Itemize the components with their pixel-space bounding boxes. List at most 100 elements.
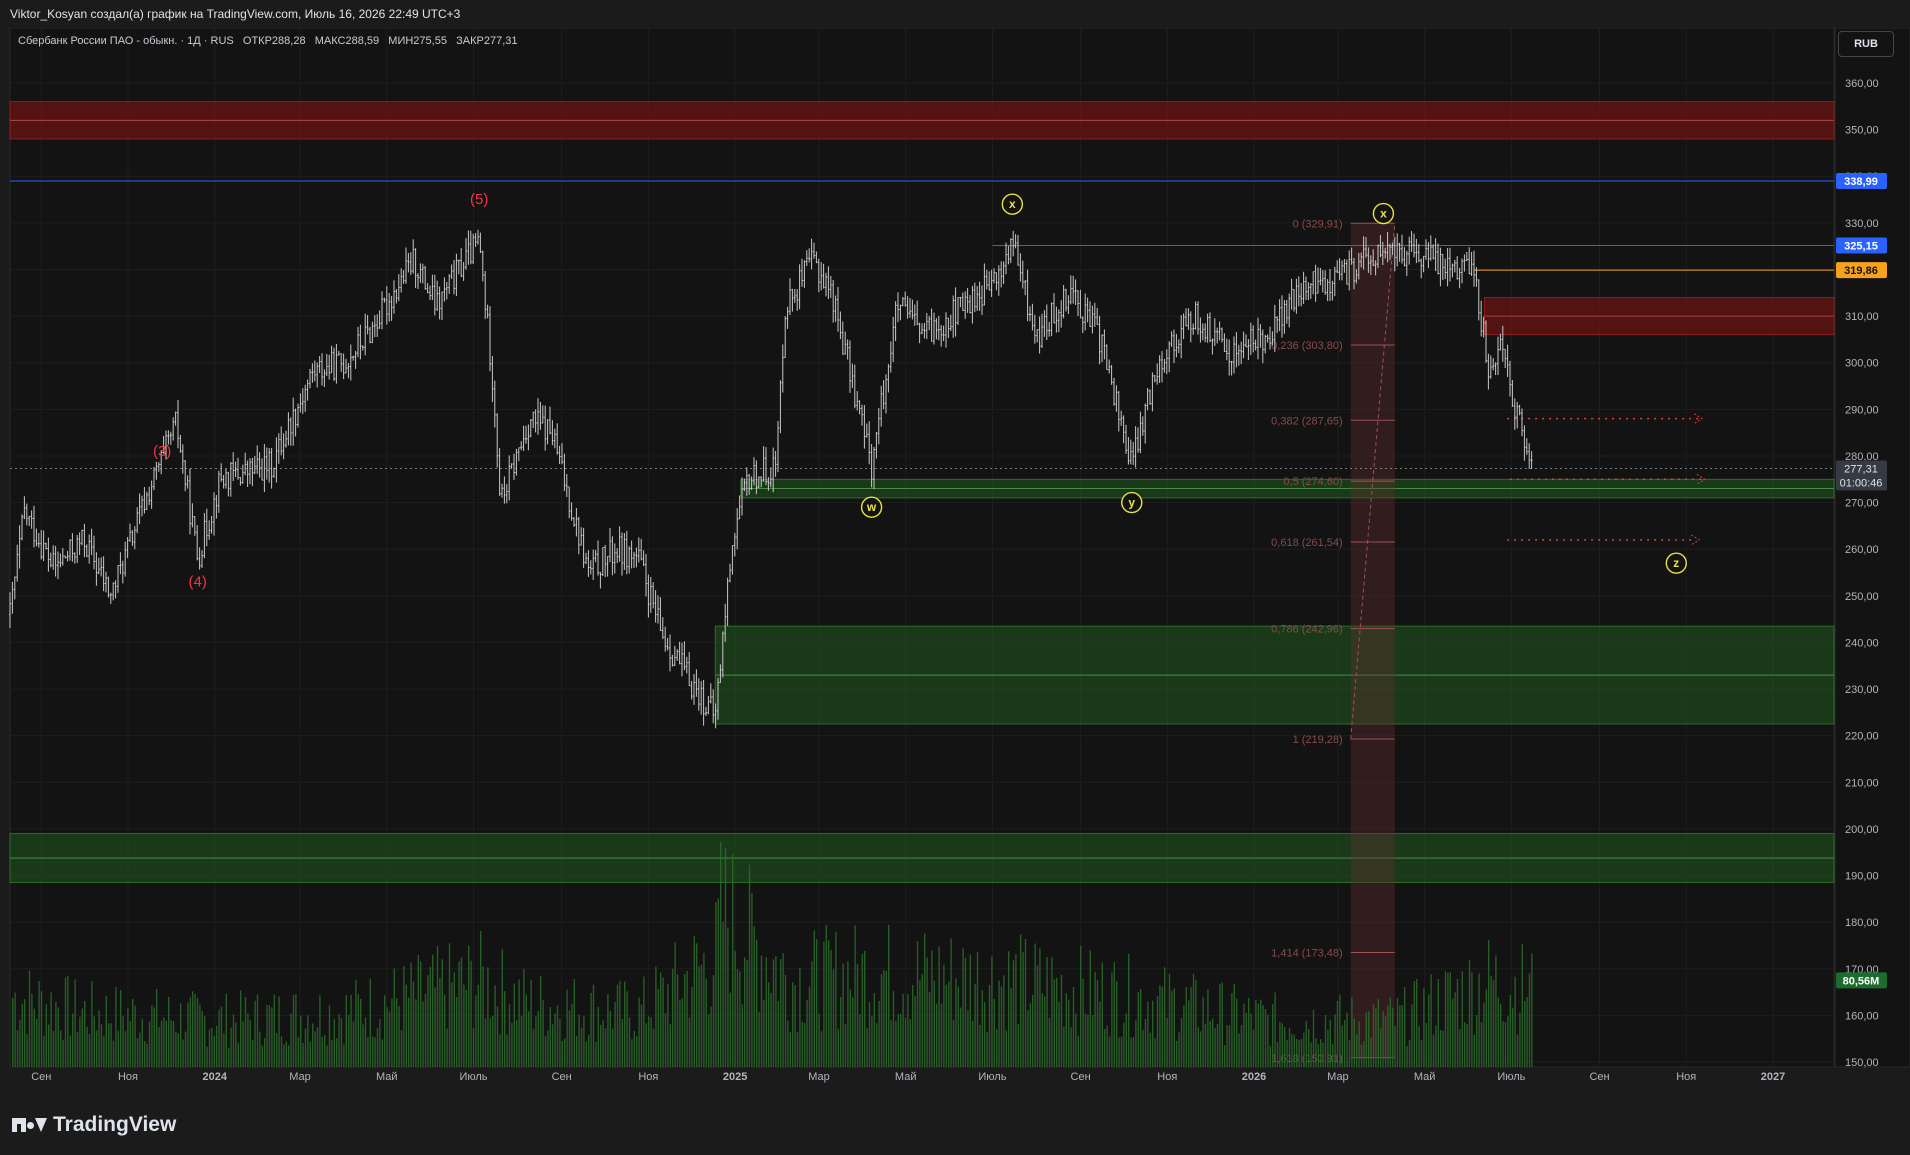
volume-bar [736, 968, 739, 1067]
volume-bar [424, 993, 427, 1067]
volume-bar [1125, 1013, 1127, 1067]
volume-bar [1221, 982, 1223, 1067]
legend-symbol[interactable]: Сбербанк России ПАО - обыкн. · 1Д · RUS [18, 35, 234, 47]
volume-bar [1219, 983, 1221, 1067]
currency-button[interactable]: RUB [1838, 31, 1894, 57]
volume-bar [338, 1014, 340, 1067]
volume-bar [388, 1011, 391, 1067]
volume-bar [1519, 1012, 1521, 1067]
volume-bar [1442, 1030, 1444, 1067]
volume-bar [1156, 995, 1159, 1067]
volume-bar [499, 1034, 501, 1067]
volume-bar [225, 993, 227, 1067]
volume-bar [818, 1013, 820, 1067]
x-tick-label: Ноя [1676, 1071, 1696, 1083]
volume-bar [249, 1020, 251, 1067]
volume-bar [314, 1031, 316, 1067]
x-tick-label: Мар [1327, 1071, 1349, 1083]
volume-bar [117, 1030, 119, 1067]
volume-bar [244, 996, 247, 1067]
volume-bar [148, 1021, 151, 1067]
volume-bar [1440, 1030, 1442, 1067]
volume-bar [573, 979, 575, 1067]
x-tick-label: Сен [31, 1071, 51, 1083]
volume-bar [979, 1024, 981, 1067]
wave-label: x [1380, 207, 1387, 221]
volume-bar [1135, 1020, 1137, 1067]
chart-canvas[interactable]: 360,00350,00340,00330,00320,00310,00300,… [0, 27, 1910, 1097]
volume-bar [986, 1032, 988, 1067]
volume-bar [909, 1019, 911, 1067]
volume-bar [72, 1013, 74, 1067]
y-tick-label: 260,00 [1845, 544, 1879, 556]
volume-bar [444, 994, 446, 1067]
volume-bar [336, 1038, 338, 1067]
volume-bar [26, 1033, 28, 1067]
volume-bar [67, 975, 69, 1067]
volume-bar [379, 1018, 381, 1067]
volume-bar [883, 970, 885, 1067]
volume-bar [1353, 1018, 1355, 1067]
volume-bar [933, 980, 935, 1067]
volume-bar [840, 997, 842, 1067]
volume-bar [681, 998, 683, 1067]
volume-bar [211, 1027, 213, 1067]
volume-bar [1269, 1045, 1271, 1067]
volume-bar [364, 1017, 367, 1067]
volume-bar [1053, 979, 1055, 1067]
volume-bar [196, 997, 199, 1067]
volume-bar [1449, 972, 1451, 1067]
volume-bar [595, 1041, 597, 1067]
volume-bar [184, 1031, 187, 1067]
volume-bar [295, 994, 297, 1067]
volume-bar [396, 998, 398, 1067]
volume-bar [1257, 1003, 1259, 1067]
volume-bar [1514, 976, 1516, 1067]
volume-bar [756, 939, 758, 1067]
volume-bar [165, 1020, 167, 1067]
chart-legend: Сбербанк России ПАО - обыкн. · 1Д · RUS … [18, 35, 518, 47]
volume-bar [1432, 1034, 1435, 1067]
volume-bar [242, 1021, 244, 1067]
volume-bar [544, 1036, 547, 1067]
chart-frame[interactable]: 360,00350,00340,00330,00320,00310,00300,… [0, 27, 1910, 1097]
volume-bar [62, 1039, 64, 1067]
volume-bar [1032, 995, 1034, 1067]
volume-bar [297, 1037, 299, 1067]
volume-bar [1214, 1027, 1216, 1067]
volume-bar [998, 980, 1000, 1067]
volume-bar [705, 978, 707, 1067]
volume-bar [441, 959, 443, 1067]
volume-bar [1418, 1026, 1420, 1067]
volume-bar [1387, 1005, 1389, 1067]
volume-bar [847, 961, 849, 1067]
volume-bar [981, 990, 983, 1067]
volume-bar [960, 1007, 962, 1067]
volume-bar [160, 1020, 163, 1067]
volume-bar [660, 972, 662, 1067]
volume-bar [1099, 1001, 1101, 1067]
volume-bar [86, 1026, 88, 1067]
volume-bar [1164, 967, 1166, 1067]
volume-bar [326, 1045, 328, 1067]
volume-bar [1276, 1041, 1279, 1067]
volume-bar [1161, 986, 1163, 1067]
volume-bar [856, 964, 859, 1067]
volume-bar [561, 1040, 563, 1067]
price-label: 319,86 [1844, 265, 1878, 277]
volume-bar [1240, 1025, 1243, 1067]
volume-bar [938, 946, 940, 1067]
volume-bar [405, 984, 407, 1067]
volume-bar [1461, 971, 1463, 1067]
volume-bar [885, 970, 887, 1067]
volume-bar [547, 1030, 549, 1067]
volume-bar [1228, 1025, 1231, 1067]
volume-bar [890, 1019, 892, 1067]
volume-bar [1233, 983, 1235, 1067]
volume-bar [235, 1022, 237, 1067]
volume-bar [1022, 952, 1024, 1067]
volume-bar [345, 995, 347, 1067]
tradingview-logo[interactable]: TradingView [12, 1113, 176, 1137]
volume-bar [1334, 1014, 1336, 1067]
volume-bar [228, 1047, 230, 1067]
